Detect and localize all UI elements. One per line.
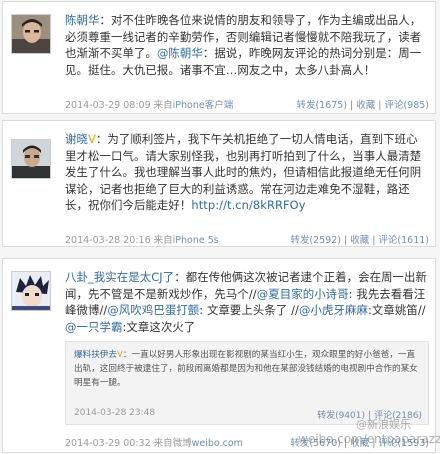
post-content: 陈朝华：对不住昨晚各位来说情的朋友和领导了，作为主编或出品人，必须尊重一线记者的…	[65, 12, 429, 78]
avatar-photo	[12, 272, 50, 310]
avatar-photo	[12, 140, 50, 178]
post-time[interactable]: 2014-03-29 08:09	[65, 100, 151, 111]
mention-link[interactable]: @陈朝华	[157, 46, 203, 60]
mention-link[interactable]: @风吹鸡巴蛋打颤	[107, 303, 199, 317]
avatar[interactable]	[11, 271, 51, 311]
favorite-button[interactable]: 收藏	[356, 100, 375, 111]
verified-icon: V	[87, 132, 96, 146]
avatar[interactable]	[11, 139, 51, 179]
weibo-post: 陈朝华：对不住昨晚各位来说情的朋友和领导了，作为主编或出品人，必须尊重一线记者的…	[2, 1, 436, 114]
divider: |	[350, 100, 354, 111]
post-source[interactable]: weibo.com	[192, 438, 243, 449]
forward-button[interactable]: 转发(1675)	[296, 100, 347, 111]
weibo-post: 谢晓V：为了顺利签片，我下午关机拒绝了一切人情电话，直到下班心里才松一口气。请大…	[2, 120, 436, 247]
post-actions: 转发(2592) | 收藏 | 评论(1611)	[290, 232, 429, 246]
retweet-content: 爆料扶伊去V：一直以好男人形象出现在影视剧的某当红小生，观众眼里的好小爸爸，一直…	[74, 348, 422, 390]
retweet-author[interactable]: 爆料扶伊去	[74, 350, 117, 360]
divider: |	[343, 235, 348, 246]
short-link[interactable]: http://t.cn/8kRRFOy	[191, 198, 305, 212]
post-source[interactable]: iPhone客户端	[173, 100, 234, 111]
source-prefix: 来自	[153, 100, 173, 111]
forward-button[interactable]: 转发(2592)	[290, 235, 341, 246]
avatar-photo	[12, 15, 50, 53]
author-name[interactable]: 八卦_我实在是太CJ了	[65, 270, 174, 284]
retweet-box: 爆料扶伊去V：一直以好男人形象出现在影视剧的某当红小生，观众眼里的好小爸爸，一直…	[65, 341, 429, 425]
post-text: :文章这次火了	[122, 319, 196, 334]
source-prefix: 来自微博	[153, 438, 192, 449]
post-meta: 2014-03-28 20:16 来自iPhone 5s 转发(2592) | 收藏…	[65, 232, 429, 246]
mention-link[interactable]: @一只学霸	[65, 320, 122, 334]
avatar[interactable]	[11, 14, 51, 54]
comment-button[interactable]: 评论(1611)	[378, 235, 429, 246]
retweet-time[interactable]: 2014-03-28 23:48	[74, 408, 155, 418]
mention-link[interactable]: @小虎牙麻麻	[299, 303, 368, 317]
post-content: 谢晓V：为了顺利签片，我下午关机拒绝了一切人情电话，直到下班心里才松一口气。请大…	[65, 131, 429, 214]
favorite-button[interactable]: 收藏	[350, 235, 369, 246]
post-source[interactable]: iPhone 5s	[173, 235, 219, 246]
post-text: : 文章要上头条了 //	[199, 303, 299, 318]
post-actions: 转发(1675) | 收藏 | 评论(985)	[296, 97, 429, 111]
post-text: :文章姚笛//	[367, 303, 426, 318]
post-time[interactable]: 2014-03-29 00:32	[65, 438, 151, 449]
post-time[interactable]: 2014-03-28 20:16	[65, 235, 151, 246]
mention-link[interactable]: @夏目家的小诗哥	[257, 287, 349, 301]
retweet-text: ：一直以好男人形象出现在影视剧的某当红小生，观众眼里的好小爸爸，一直出轨，这回终…	[74, 350, 418, 388]
post-meta: 2014-03-29 08:09 来自iPhone客户端 转发(1675) | 收藏…	[65, 97, 429, 111]
author-name[interactable]: 陈朝华	[65, 13, 99, 27]
watermark-brand: @新浪娱乐	[356, 418, 411, 431]
watermark-url: weibo.com/entpaparazzi	[298, 432, 440, 446]
post-content: 八卦_我实在是太CJ了：都在传他俩这次被记者逮个正着，会在周一出新闻，先不管是不…	[65, 269, 429, 335]
source-prefix: 来自	[153, 235, 173, 246]
comment-button[interactable]: 评论(985)	[384, 100, 429, 111]
author-name[interactable]: 谢晓	[65, 132, 88, 146]
